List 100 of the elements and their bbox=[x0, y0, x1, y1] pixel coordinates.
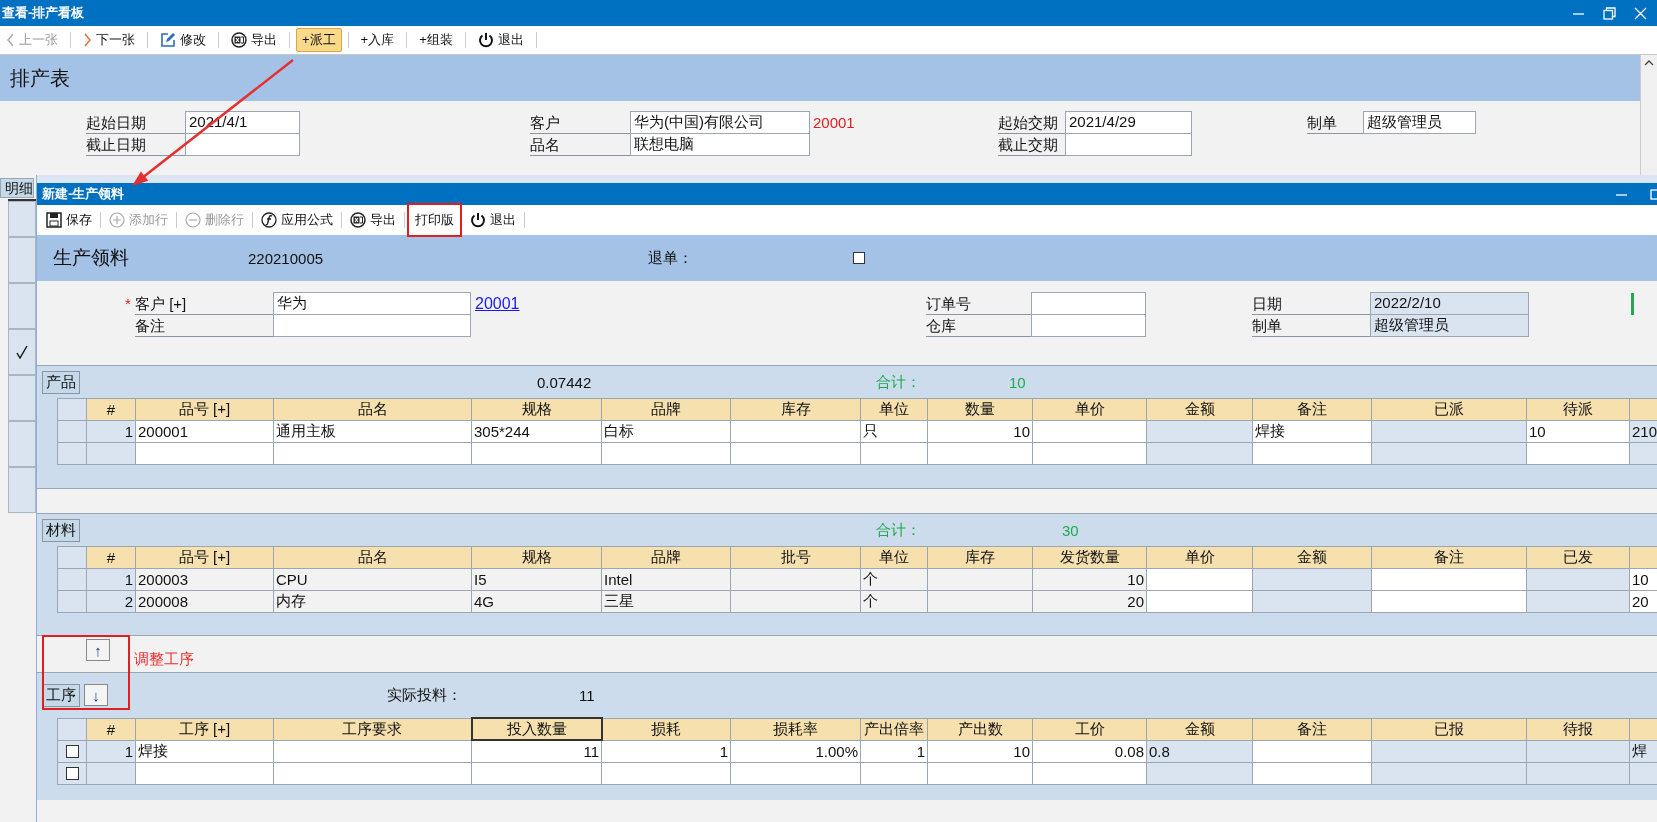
actual-input-label: 实际投料： bbox=[387, 685, 463, 705]
column-header: 待报 bbox=[1526, 718, 1630, 740]
toolbar-button[interactable]: 保存 bbox=[40, 208, 98, 232]
return-label: 退单： bbox=[648, 248, 694, 268]
toolbar-button[interactable]: 导出 bbox=[225, 28, 283, 52]
column-header: 备注 bbox=[1252, 398, 1372, 421]
column-header: 库存 bbox=[927, 546, 1033, 569]
text-field[interactable]: 超级管理员 bbox=[1370, 314, 1529, 337]
column-header: 单价 bbox=[1032, 398, 1147, 421]
row-checkbox[interactable] bbox=[65, 744, 79, 758]
column-header: 品名 bbox=[273, 398, 472, 421]
column-header: 单价 bbox=[1146, 546, 1253, 569]
column-header: 已派 bbox=[1371, 398, 1527, 421]
column-header: # bbox=[86, 398, 136, 421]
column-header: 损耗 bbox=[601, 718, 731, 740]
row-checkbox[interactable] bbox=[65, 766, 79, 780]
move-down-button[interactable]: ↓ bbox=[84, 684, 108, 706]
column-header: 工序要求 bbox=[273, 718, 472, 740]
table-cell: I5 bbox=[471, 568, 602, 591]
column-header: 品牌 bbox=[601, 546, 731, 569]
chevron-left-icon bbox=[6, 33, 15, 47]
table-cell: 11 bbox=[471, 740, 602, 762]
table-cell: 200003 bbox=[135, 568, 274, 591]
dialog-title: 新建-生产领料 bbox=[41, 185, 125, 203]
text-field[interactable]: 联想电脑 bbox=[630, 133, 810, 156]
scrollbar[interactable] bbox=[1640, 55, 1657, 175]
toolbar-button[interactable]: 修改 bbox=[154, 28, 212, 52]
table-cell: 305*244 bbox=[471, 420, 602, 443]
column-header: 已发 bbox=[1526, 546, 1630, 569]
table-cell: 内存 bbox=[273, 590, 472, 613]
text-field[interactable]: 2021/4/29 bbox=[1065, 111, 1192, 134]
page-title: 排产表 bbox=[9, 65, 70, 91]
document-number: 220210005 bbox=[248, 249, 325, 267]
column-header: # bbox=[86, 718, 136, 740]
column-header: 工价 bbox=[1032, 718, 1147, 740]
text-field[interactable]: 2022/2/10 bbox=[1370, 292, 1529, 315]
form-title: 生产领料 bbox=[53, 246, 130, 270]
row-header bbox=[57, 420, 87, 443]
column-header: 损耗率 bbox=[730, 718, 861, 740]
column-header: # bbox=[86, 546, 136, 569]
column-header: 数量 bbox=[927, 398, 1033, 421]
toolbar-button[interactable]: 退出 bbox=[464, 208, 522, 232]
ratio-value: 0.07442 bbox=[537, 373, 593, 391]
text-field[interactable]: 超级管理员 bbox=[1363, 111, 1476, 134]
caret-up-icon[interactable] bbox=[1644, 59, 1654, 66]
column-header: 规格 bbox=[471, 546, 602, 569]
toolbar-button[interactable]: 导出 bbox=[344, 208, 402, 232]
annotation-note: 调整工序 bbox=[134, 650, 194, 669]
text-field[interactable] bbox=[1065, 133, 1192, 156]
column-header: 投入数量 bbox=[471, 718, 602, 740]
corner-cell bbox=[57, 398, 87, 421]
toolbar-button[interactable]: +入库 bbox=[354, 28, 401, 52]
column-header: 品号 [+] bbox=[135, 398, 274, 421]
toolbar-button[interactable]: 退出 bbox=[471, 28, 530, 52]
power-icon bbox=[470, 212, 486, 228]
total-value: 30 bbox=[1062, 521, 1080, 539]
column-header: 金额 bbox=[1252, 546, 1372, 569]
export-icon bbox=[231, 32, 247, 48]
toolbar-button[interactable]: +组装 bbox=[413, 28, 459, 52]
table-cell: CPU bbox=[273, 568, 472, 591]
column-header: 已报 bbox=[1371, 718, 1527, 740]
formula-icon bbox=[261, 212, 277, 228]
toolbar-button[interactable]: 应用公式 bbox=[255, 208, 339, 232]
required-marker: * bbox=[125, 294, 132, 314]
column-header: 产出数 bbox=[927, 718, 1033, 740]
text-field[interactable] bbox=[1031, 292, 1146, 315]
customer-code-link[interactable]: 20001 bbox=[471, 293, 541, 315]
text-field[interactable] bbox=[273, 314, 471, 337]
column-header: 品名 bbox=[273, 546, 472, 569]
column-header: 品牌 bbox=[601, 398, 731, 421]
text-field[interactable]: 华为(中国)有限公司 bbox=[630, 111, 810, 134]
toolbar-button[interactable]: 打印版 bbox=[407, 203, 462, 237]
text-field[interactable] bbox=[185, 133, 300, 156]
total-label: 合计： bbox=[876, 372, 922, 392]
toolbar-button[interactable]: +派工 bbox=[296, 28, 342, 52]
toolbar-button[interactable]: 下一张 bbox=[77, 28, 141, 52]
column-header: 待派 bbox=[1526, 398, 1630, 421]
row-header bbox=[57, 590, 87, 613]
section-tab[interactable]: 材料 bbox=[42, 518, 80, 542]
column-header: 单位 bbox=[860, 546, 928, 569]
save-icon bbox=[46, 212, 62, 228]
table-cell: 4G bbox=[471, 590, 602, 613]
edit-icon bbox=[160, 32, 176, 48]
column-header: 库存 bbox=[730, 398, 861, 421]
plus-circle-icon bbox=[109, 212, 125, 228]
total-value: 10 bbox=[1009, 373, 1027, 391]
close-icon[interactable] bbox=[1634, 6, 1647, 20]
restore-icon[interactable] bbox=[1603, 6, 1616, 20]
return-checkbox[interactable] bbox=[853, 252, 865, 264]
window-title: 查看-排产看板 bbox=[1, 4, 85, 22]
section-tab[interactable]: 产品 bbox=[42, 370, 80, 394]
move-up-button[interactable]: ↑ bbox=[86, 639, 110, 661]
text-field[interactable]: 华为 bbox=[273, 292, 471, 315]
restore-icon[interactable] bbox=[1650, 187, 1657, 201]
column-header: 金额 bbox=[1146, 398, 1253, 421]
column-header: 单位 bbox=[860, 398, 928, 421]
total-label: 合计： bbox=[876, 520, 922, 540]
text-field[interactable] bbox=[1031, 314, 1146, 337]
column-header: 工序 [+] bbox=[135, 718, 274, 740]
section-tab[interactable]: 工序 bbox=[42, 683, 80, 707]
